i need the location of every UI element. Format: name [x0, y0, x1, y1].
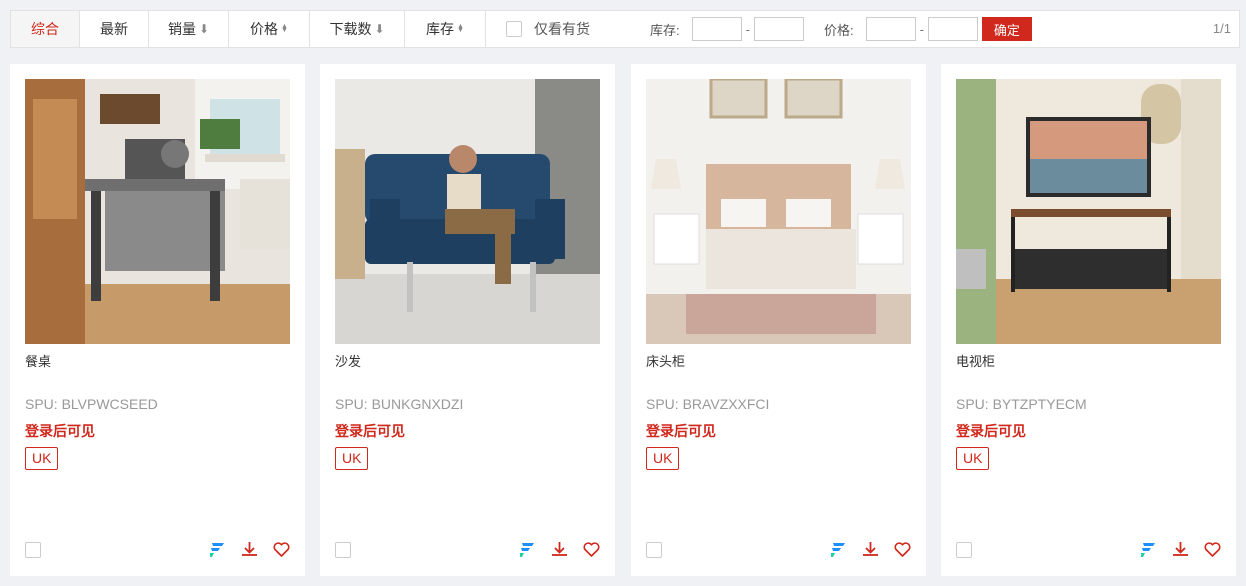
- region-tag: UK: [25, 447, 59, 470]
- download-icon[interactable]: [550, 540, 569, 559]
- tab-label: 综合: [31, 21, 59, 37]
- stock-range-filter: 库存: -: [650, 17, 804, 41]
- in-stock-only-checkbox[interactable]: [506, 21, 522, 37]
- confirm-button[interactable]: 确定: [981, 17, 1032, 41]
- tab-comprehensive[interactable]: 综合: [11, 11, 80, 47]
- price-login-notice: 登录后可见: [646, 423, 716, 439]
- range-separator: -: [919, 21, 924, 37]
- tab-sales[interactable]: 销量 ⬇: [149, 11, 229, 47]
- in-stock-only-filter[interactable]: 仅看有货: [506, 19, 590, 39]
- download-icon[interactable]: [1171, 540, 1190, 559]
- tab-downloads[interactable]: 下载数 ⬇: [310, 11, 405, 47]
- card-actions: [829, 540, 912, 559]
- price-range-filter: 价格: - 确定: [824, 17, 1032, 41]
- tab-label: 销量: [167, 21, 196, 37]
- product-title[interactable]: 餐桌: [25, 351, 51, 370]
- product-spu: SPU: BUNKGNXDZI: [335, 396, 464, 412]
- sort-updown-icon: ▲ ▼: [281, 23, 288, 34]
- region-tag: UK: [956, 447, 990, 470]
- brand-logo-icon[interactable]: [518, 540, 537, 559]
- product-spu: SPU: BLVPWCSEED: [25, 396, 158, 412]
- product-spu: SPU: BRAVZXXFCI: [646, 396, 770, 412]
- price-min-input[interactable]: [865, 17, 916, 41]
- select-product-checkbox[interactable]: [335, 542, 351, 558]
- product-image[interactable]: [956, 79, 1221, 344]
- sofa-photo: [335, 79, 600, 344]
- stock-min-input[interactable]: [691, 17, 742, 41]
- filter-bar: 综合 最新 销量 ⬇ 价格 ▲ ▼ 下载数 ⬇ 库存 ▲ ▼ 仅看有货 库存: - …: [10, 10, 1240, 48]
- tab-newest[interactable]: 最新: [80, 11, 149, 47]
- price-max-input[interactable]: [927, 17, 978, 41]
- card-actions: [1139, 540, 1222, 559]
- region-tag: UK: [646, 447, 680, 470]
- stock-max-input[interactable]: [753, 17, 804, 41]
- tab-stock[interactable]: 库存 ▲ ▼: [405, 11, 486, 47]
- tv-stand-photo: [956, 79, 1221, 344]
- product-image[interactable]: [335, 79, 600, 344]
- stock-range-label: 库存:: [650, 22, 680, 38]
- select-product-checkbox[interactable]: [25, 542, 41, 558]
- product-title[interactable]: 沙发: [335, 351, 361, 370]
- product-title[interactable]: 床头柜: [646, 351, 685, 370]
- range-separator: -: [745, 21, 750, 37]
- dining-table-photo: [25, 79, 290, 344]
- tab-label: 价格: [250, 21, 279, 37]
- product-image[interactable]: [646, 79, 911, 344]
- in-stock-only-label: 仅看有货: [534, 21, 590, 37]
- card-actions: [208, 540, 291, 559]
- select-product-checkbox[interactable]: [956, 542, 972, 558]
- brand-logo-icon[interactable]: [208, 540, 227, 559]
- product-card[interactable]: 电视柜 SPU: BYTZPTYECM 登录后可见 UK: [941, 64, 1236, 576]
- bed-nightstand-photo: [646, 79, 911, 344]
- product-image[interactable]: [25, 79, 290, 344]
- brand-logo-icon[interactable]: [1139, 540, 1158, 559]
- heart-icon[interactable]: [582, 540, 601, 559]
- heart-icon[interactable]: [893, 540, 912, 559]
- heart-icon[interactable]: [272, 540, 291, 559]
- arrow-down-icon: ⬇: [374, 22, 385, 36]
- product-card[interactable]: 餐桌 SPU: BLVPWCSEED 登录后可见 UK: [10, 64, 305, 576]
- brand-logo-icon[interactable]: [829, 540, 848, 559]
- tab-label: 库存: [426, 21, 455, 37]
- tab-price[interactable]: 价格 ▲ ▼: [229, 11, 310, 47]
- price-range-label: 价格:: [823, 22, 854, 38]
- sort-updown-icon: ▲ ▼: [457, 23, 464, 34]
- price-login-notice: 登录后可见: [25, 423, 95, 439]
- card-actions: [518, 540, 601, 559]
- tab-label: 下载数: [329, 21, 372, 37]
- select-product-checkbox[interactable]: [646, 542, 662, 558]
- product-card[interactable]: 沙发 SPU: BUNKGNXDZI 登录后可见 UK: [320, 64, 615, 576]
- page-indicator: 1/1: [1212, 21, 1231, 36]
- product-spu: SPU: BYTZPTYECM: [956, 396, 1087, 412]
- download-icon[interactable]: [861, 540, 880, 559]
- price-login-notice: 登录后可见: [335, 423, 405, 439]
- arrow-down-icon: ⬇: [198, 22, 210, 36]
- price-login-notice: 登录后可见: [956, 423, 1026, 439]
- tab-label: 最新: [100, 21, 128, 37]
- region-tag: UK: [335, 447, 369, 470]
- download-icon[interactable]: [240, 540, 259, 559]
- heart-icon[interactable]: [1203, 540, 1222, 559]
- product-title[interactable]: 电视柜: [956, 351, 995, 370]
- product-card[interactable]: 床头柜 SPU: BRAVZXXFCI 登录后可见 UK: [631, 64, 926, 576]
